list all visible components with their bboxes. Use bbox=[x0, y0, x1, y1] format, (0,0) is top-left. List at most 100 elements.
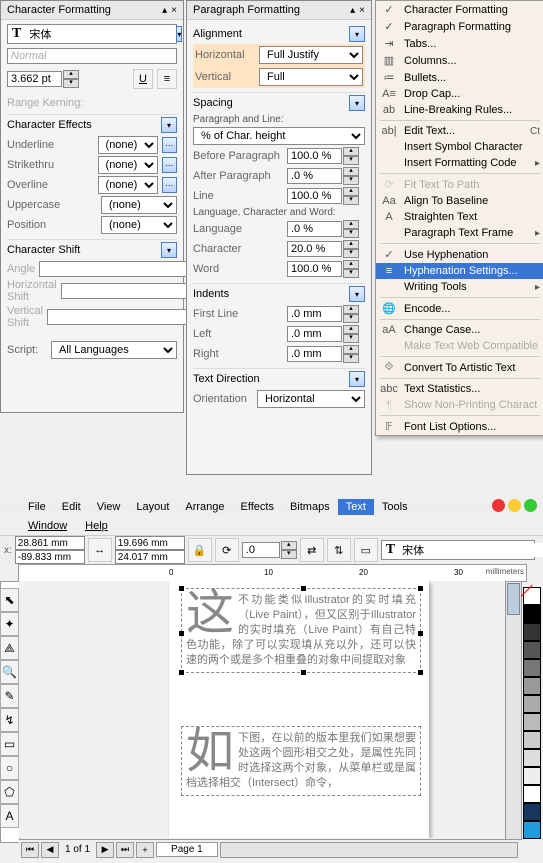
font-family-combo[interactable]: T ▾ bbox=[7, 24, 177, 44]
close-icon[interactable] bbox=[492, 499, 505, 512]
tool-ellipse[interactable]: ○ bbox=[0, 756, 19, 780]
orientation-select[interactable]: Horizontal bbox=[257, 390, 365, 408]
swatch-gray50[interactable] bbox=[523, 695, 541, 713]
swatch-gray90[interactable] bbox=[523, 623, 541, 641]
menu-text[interactable]: Text bbox=[338, 499, 374, 515]
options-icon[interactable]: ⋯ bbox=[162, 137, 177, 153]
panel-menu-icon[interactable]: ▴ bbox=[350, 5, 355, 16]
page-add-icon[interactable]: + bbox=[136, 842, 154, 858]
menu-linebreak[interactable]: abLine-Breaking Rules... bbox=[376, 102, 543, 118]
mirror-h-icon[interactable]: ⇄ bbox=[300, 538, 324, 562]
height-input[interactable] bbox=[115, 550, 185, 564]
menu-view[interactable]: View bbox=[89, 499, 129, 515]
char-spacing-spinner[interactable]: ▴▾ bbox=[287, 240, 359, 258]
canvas[interactable]: 这 不功能类似Illustrator的实时填充（Live Paint），但又区别… bbox=[19, 581, 516, 838]
swatch-gray20[interactable] bbox=[523, 749, 541, 767]
swatch-gray10[interactable] bbox=[523, 767, 541, 785]
position-select[interactable]: (none) bbox=[101, 216, 177, 234]
menu-hyphenation-settings[interactable]: ≡Hyphenation Settings... bbox=[376, 263, 543, 279]
swatch-gray80[interactable] bbox=[523, 641, 541, 659]
spacing-mode-select[interactable]: % of Char. height bbox=[193, 127, 365, 145]
script-select[interactable]: All Languages bbox=[51, 341, 177, 359]
page-prev-icon[interactable]: ◀ bbox=[41, 842, 59, 858]
panel-menu-icon[interactable]: ▴ bbox=[162, 5, 167, 16]
menu-font-list[interactable]: 𝔽Font List Options... bbox=[376, 418, 543, 435]
swatch-gray30[interactable] bbox=[523, 731, 541, 749]
underline-icon[interactable]: U bbox=[133, 69, 153, 89]
swatch-none[interactable] bbox=[523, 587, 541, 605]
menu-bitmaps[interactable]: Bitmaps bbox=[282, 499, 338, 515]
swatch-gray40[interactable] bbox=[523, 713, 541, 731]
horiz-align-select[interactable]: Full Justify bbox=[259, 46, 363, 64]
maximize-icon[interactable] bbox=[524, 499, 537, 512]
swatch-white[interactable] bbox=[523, 785, 541, 803]
menu-layout[interactable]: Layout bbox=[128, 499, 177, 515]
menu-writing-tools[interactable]: Writing Tools▸ bbox=[376, 279, 543, 295]
mirror-v-icon[interactable]: ⇅ bbox=[327, 538, 351, 562]
menu-help[interactable]: Help bbox=[77, 518, 116, 534]
wrap-icon[interactable]: ▭ bbox=[354, 538, 378, 562]
options-icon[interactable]: ⋯ bbox=[162, 177, 177, 193]
uppercase-select[interactable]: (none) bbox=[101, 196, 177, 214]
menu-use-hyphenation[interactable]: ✓Use Hyphenation bbox=[376, 246, 543, 263]
tool-crop[interactable]: ⟁ bbox=[0, 636, 19, 660]
menu-tools[interactable]: Tools bbox=[374, 499, 416, 515]
menu-edit-text[interactable]: ab|Edit Text...Ct bbox=[376, 123, 543, 139]
menu-char-formatting[interactable]: ✓Character Formatting bbox=[376, 1, 543, 18]
tool-freehand[interactable]: ✎ bbox=[0, 684, 19, 708]
width-input[interactable] bbox=[115, 536, 185, 550]
text-frame-1[interactable]: 这 不功能类似Illustrator的实时填充（Live Paint），但又区别… bbox=[181, 588, 421, 673]
menu-para-text-frame[interactable]: Paragraph Text Frame▸ bbox=[376, 225, 543, 241]
page-next-icon[interactable]: ▶ bbox=[96, 842, 114, 858]
section-toggle-icon[interactable]: ▾ bbox=[349, 371, 365, 387]
pos-x-input[interactable] bbox=[15, 536, 85, 550]
before-para-spinner[interactable]: ▴▾ bbox=[287, 147, 359, 165]
page-first-icon[interactable]: ⏮ bbox=[21, 842, 39, 858]
menu-text-statistics[interactable]: abcText Statistics... bbox=[376, 381, 543, 397]
section-toggle-icon[interactable]: ▾ bbox=[349, 286, 365, 302]
menu-insert-formatting[interactable]: Insert Formatting Code▸ bbox=[376, 155, 543, 171]
lang-spacing-spinner[interactable]: ▴▾ bbox=[287, 220, 359, 238]
scrollbar-vertical[interactable] bbox=[505, 581, 522, 840]
tool-shape[interactable]: ✦ bbox=[0, 612, 19, 636]
lock-ratio-icon[interactable]: 🔒 bbox=[188, 538, 212, 562]
menu-columns[interactable]: ▥Columns... bbox=[376, 52, 543, 69]
rotation-spinner[interactable]: ▴▾ bbox=[242, 541, 297, 559]
menu-dropcap[interactable]: A≡Drop Cap... bbox=[376, 86, 543, 102]
panel-close-icon[interactable]: × bbox=[171, 5, 177, 16]
swatch-cyan[interactable] bbox=[523, 821, 541, 839]
swatch-gray70[interactable] bbox=[523, 659, 541, 677]
tool-text[interactable]: A bbox=[0, 804, 19, 828]
menu-tabs[interactable]: ⇥Tabs... bbox=[376, 35, 543, 52]
swatch-black[interactable] bbox=[523, 605, 541, 623]
tool-pick[interactable]: ⬉ bbox=[0, 588, 19, 612]
minimize-icon[interactable] bbox=[508, 499, 521, 512]
swatch-blue[interactable] bbox=[523, 803, 541, 821]
font-combo[interactable]: T ▾ bbox=[381, 540, 535, 560]
page-tab[interactable]: Page 1 bbox=[156, 842, 218, 857]
menu-edit[interactable]: Edit bbox=[54, 499, 89, 515]
tool-zoom[interactable]: 🔍 bbox=[0, 660, 19, 684]
vert-align-select[interactable]: Full bbox=[259, 68, 363, 86]
menu-insert-symbol[interactable]: Insert Symbol Character bbox=[376, 139, 543, 155]
menu-change-case[interactable]: aAChange Case... bbox=[376, 322, 543, 338]
menu-para-formatting[interactable]: ✓Paragraph Formatting bbox=[376, 18, 543, 35]
menu-effects[interactable]: Effects bbox=[233, 499, 282, 515]
section-toggle-icon[interactable]: ▾ bbox=[349, 95, 365, 111]
drop-icon[interactable]: ≡ bbox=[157, 69, 177, 89]
chevron-down-icon[interactable]: ▾ bbox=[176, 26, 182, 42]
section-toggle-icon[interactable]: ▾ bbox=[161, 242, 177, 258]
swatch-gray60[interactable] bbox=[523, 677, 541, 695]
after-para-spinner[interactable]: ▴▾ bbox=[287, 167, 359, 185]
menu-file[interactable]: File bbox=[20, 499, 54, 515]
underline-select[interactable]: (none) bbox=[98, 136, 158, 154]
tool-polygon[interactable]: ⬠ bbox=[0, 780, 19, 804]
page-last-icon[interactable]: ⏭ bbox=[116, 842, 134, 858]
text-frame-2[interactable]: 如 下图，在以前的版本里我们如果想要处这两个圆形相交之处，是属性先同时选择这两个… bbox=[181, 726, 421, 796]
font-size-spinner[interactable]: ▴▾ bbox=[7, 70, 79, 88]
first-line-spinner[interactable]: ▴▾ bbox=[287, 305, 359, 323]
overline-select[interactable]: (none) bbox=[98, 176, 158, 194]
options-icon[interactable]: ⋯ bbox=[162, 157, 177, 173]
strike-select[interactable]: (none) bbox=[98, 156, 158, 174]
tool-smart[interactable]: ↯ bbox=[0, 708, 19, 732]
